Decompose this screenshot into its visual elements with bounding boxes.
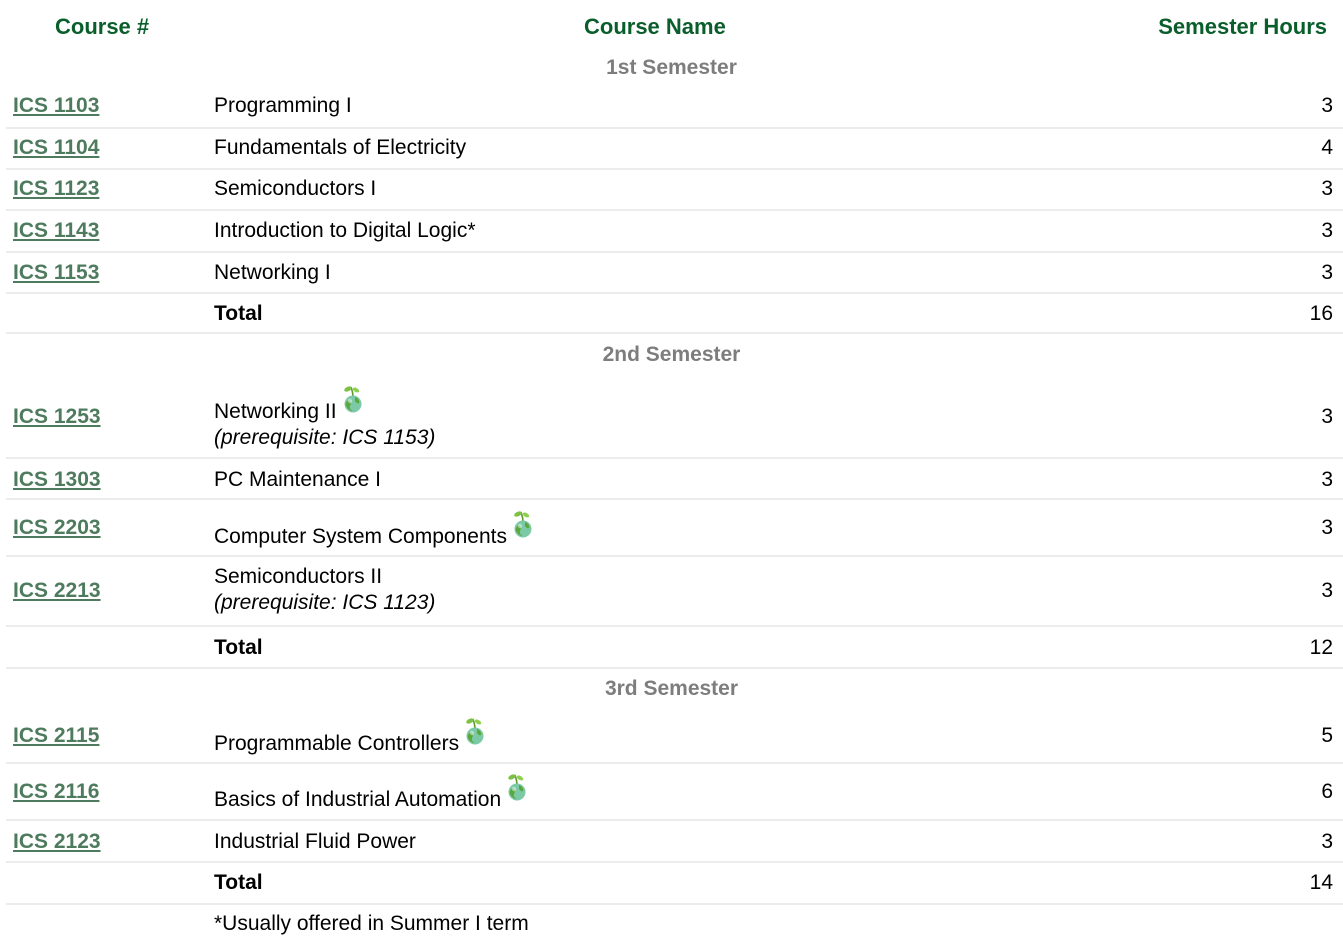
course-hours: 3 — [1321, 830, 1333, 853]
semester-title: 2nd Semester — [602, 343, 741, 366]
course-hours: 4 — [1321, 136, 1333, 159]
table-row: ICS 2203 Computer System Components 3 — [6, 500, 1343, 557]
total-label: Total — [214, 302, 263, 325]
course-link[interactable]: ICS 1104 — [13, 136, 99, 160]
table-row: ICS 1103 Programming I 3 — [6, 84, 1343, 129]
table-row: ICS 1104 Fundamentals of Electricity 4 — [6, 129, 1343, 170]
table-row: ICS 1253 Networking II (prerequisite: IC… — [6, 372, 1343, 459]
course-link[interactable]: ICS 1123 — [13, 177, 99, 201]
table-header: Course # Course Name Semester Hours — [0, 0, 1343, 52]
table-row: ICS 1143 Introduction to Digital Logic* … — [6, 211, 1343, 253]
table-row: ICS 1123 Semiconductors I 3 — [6, 170, 1343, 211]
course-hours: 3 — [1321, 261, 1333, 284]
course-name: Industrial Fluid Power — [214, 830, 416, 853]
course-link[interactable]: ICS 1103 — [13, 94, 99, 118]
course-name: Networking I — [214, 261, 331, 284]
total-hours: 16 — [1309, 302, 1333, 325]
course-hours: 3 — [1321, 516, 1333, 539]
course-link[interactable]: ICS 2116 — [13, 780, 99, 804]
course-name-cell: Semiconductors II (prerequisite: ICS 112… — [214, 565, 435, 617]
total-label: Total — [214, 636, 263, 659]
course-name: PC Maintenance I — [214, 468, 381, 491]
footnote: *Usually offered in Summer I term — [214, 912, 529, 935]
table-row: ICS 2116 Basics of Industrial Automation… — [6, 764, 1343, 821]
table-row: ICS 2213 Semiconductors II (prerequisite… — [6, 557, 1343, 627]
course-name: Networking II — [214, 400, 337, 423]
course-link[interactable]: ICS 2115 — [13, 724, 99, 748]
header-course-number: Course # — [55, 14, 150, 39]
course-link[interactable]: ICS 2203 — [13, 516, 101, 540]
course-name: Semiconductors II — [214, 565, 383, 588]
course-name: Semiconductors I — [214, 177, 377, 200]
total-row: Total 14 — [6, 863, 1343, 905]
course-link[interactable]: ICS 1143 — [13, 219, 99, 243]
course-link[interactable]: ICS 1253 — [13, 405, 101, 429]
course-hours: 3 — [1321, 94, 1333, 117]
semester-title: 1st Semester — [606, 56, 737, 79]
header-semester-hours: Semester Hours — [1158, 14, 1327, 39]
course-name: Computer System Components — [214, 525, 507, 548]
green-globe-sprout-icon — [514, 511, 532, 538]
table-row: ICS 2115 Programmable Controllers 5 — [6, 706, 1343, 764]
course-prerequisite: (prerequisite: ICS 1123) — [214, 591, 436, 614]
course-name: Introduction to Digital Logic* — [214, 219, 476, 242]
total-row: Total 16 — [6, 294, 1343, 334]
course-name-cell: Computer System Components — [214, 509, 535, 549]
table-row: ICS 2123 Industrial Fluid Power 3 — [6, 821, 1343, 863]
course-prerequisite: (prerequisite: ICS 1153) — [214, 426, 436, 449]
table-row: ICS 1153 Networking I 3 — [6, 253, 1343, 294]
total-label: Total — [214, 871, 263, 894]
total-hours: 14 — [1309, 871, 1333, 894]
total-row: Total 12 — [6, 627, 1343, 669]
course-name: Basics of Industrial Automation — [214, 788, 502, 811]
total-hours: 12 — [1309, 636, 1333, 659]
course-hours: 3 — [1321, 219, 1333, 242]
course-hours: 3 — [1321, 579, 1333, 602]
course-name: Programmable Controllers — [214, 732, 460, 755]
green-globe-sprout-icon — [343, 386, 362, 413]
course-name: Programming I — [214, 94, 352, 117]
course-name-cell: Programmable Controllers — [214, 716, 487, 756]
course-hours: 6 — [1321, 780, 1333, 803]
course-link[interactable]: ICS 2213 — [13, 579, 101, 603]
course-name-cell: Basics of Industrial Automation — [214, 772, 529, 812]
table-row: ICS 1303 PC Maintenance I 3 — [6, 459, 1343, 500]
course-hours: 5 — [1321, 724, 1333, 747]
course-hours: 3 — [1321, 405, 1333, 428]
course-link[interactable]: ICS 2123 — [13, 830, 101, 854]
course-link[interactable]: ICS 1153 — [13, 261, 99, 285]
semester-title: 3rd Semester — [604, 677, 739, 700]
green-globe-sprout-icon — [466, 718, 484, 745]
course-hours: 3 — [1321, 177, 1333, 200]
course-name-cell: Networking II (prerequisite: ICS 1153) — [214, 384, 435, 452]
course-hours: 3 — [1321, 468, 1333, 491]
header-course-name: Course Name — [584, 14, 726, 39]
course-link[interactable]: ICS 1303 — [13, 468, 101, 492]
green-globe-sprout-icon — [508, 774, 526, 801]
course-name: Fundamentals of Electricity — [214, 136, 467, 159]
